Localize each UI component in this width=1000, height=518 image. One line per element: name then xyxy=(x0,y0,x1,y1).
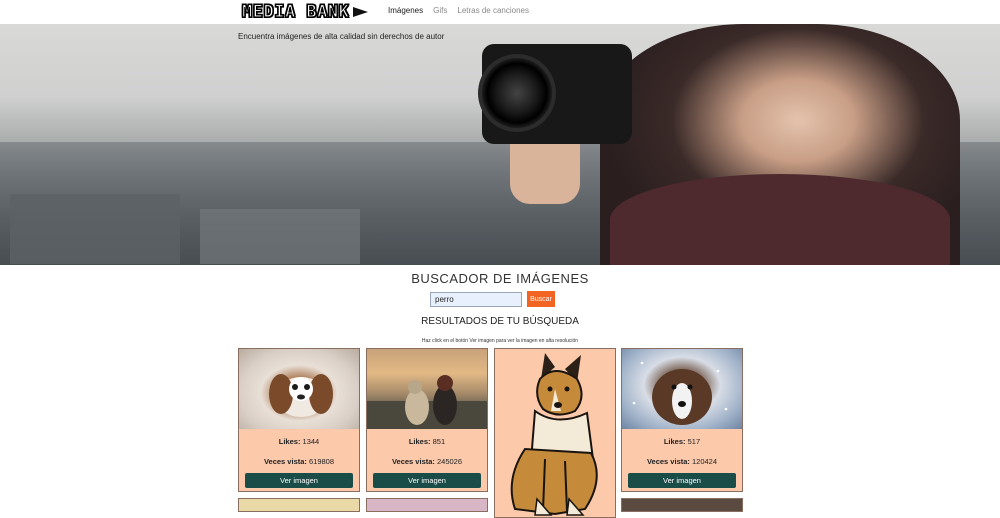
views-value: 245026 xyxy=(437,457,463,466)
search-title: BUSCADOR DE IMÁGENES xyxy=(411,271,589,286)
likes-value: 1344 xyxy=(302,437,320,446)
views-value: 619808 xyxy=(309,457,335,466)
result-card: Likes: 851 Veces vista: 245026 Ver image… xyxy=(366,348,488,492)
views-stat: Veces vista: 619808 xyxy=(263,457,335,466)
nav-links: Imágenes Gifs Letras de canciones xyxy=(388,6,529,15)
result-image xyxy=(239,349,359,429)
views-stat: Veces vista: 120424 xyxy=(646,457,718,466)
dog-illustration-icon xyxy=(510,353,598,516)
result-card xyxy=(494,348,616,518)
likes-stat: Likes: 1344 xyxy=(278,437,320,446)
nav-item-letras[interactable]: Letras de canciones xyxy=(457,6,529,15)
flag-icon xyxy=(353,7,369,17)
result-image xyxy=(622,349,742,429)
camera-lens-icon xyxy=(478,54,556,132)
search-button[interactable]: Buscar xyxy=(527,291,555,307)
brand-name: MEDIA BANK xyxy=(241,1,350,22)
result-card: Likes: 517 Veces vista: 120424 Ver image… xyxy=(621,348,743,492)
views-value: 120424 xyxy=(692,457,718,466)
view-image-button[interactable]: Ver imagen xyxy=(373,473,481,488)
view-image-button[interactable]: Ver imagen xyxy=(245,473,353,488)
hero-tagline: Encuentra imágenes de alta calidad sin d… xyxy=(238,32,445,41)
likes-value: 851 xyxy=(432,437,446,446)
hero-jacket xyxy=(610,174,950,265)
hero-banner: Encuentra imágenes de alta calidad sin d… xyxy=(0,24,1000,265)
view-image-button[interactable]: Ver imagen xyxy=(628,473,736,488)
navbar: MEDIA BANK Imágenes Gifs Letras de canci… xyxy=(0,0,1000,24)
brand-logo[interactable]: MEDIA BANK xyxy=(241,1,369,23)
likes-stat: Likes: 851 xyxy=(408,437,446,446)
hero-building xyxy=(200,209,360,264)
nav-item-imagenes[interactable]: Imágenes xyxy=(388,6,423,15)
search-input[interactable] xyxy=(430,292,522,307)
results-hint: Haz click en el botón Ver imagen para ve… xyxy=(421,338,579,344)
views-stat: Veces vista: 245026 xyxy=(391,457,463,466)
hero-building xyxy=(10,194,180,264)
likes-stat: Likes: 517 xyxy=(663,437,701,446)
result-image xyxy=(367,349,487,429)
results-title: RESULTADOS DE TU BÚSQUEDA xyxy=(421,316,579,327)
result-card: Likes: 1344 Veces vista: 619808 Ver imag… xyxy=(238,348,360,492)
nav-item-gifs[interactable]: Gifs xyxy=(433,6,447,15)
likes-value: 517 xyxy=(687,437,701,446)
